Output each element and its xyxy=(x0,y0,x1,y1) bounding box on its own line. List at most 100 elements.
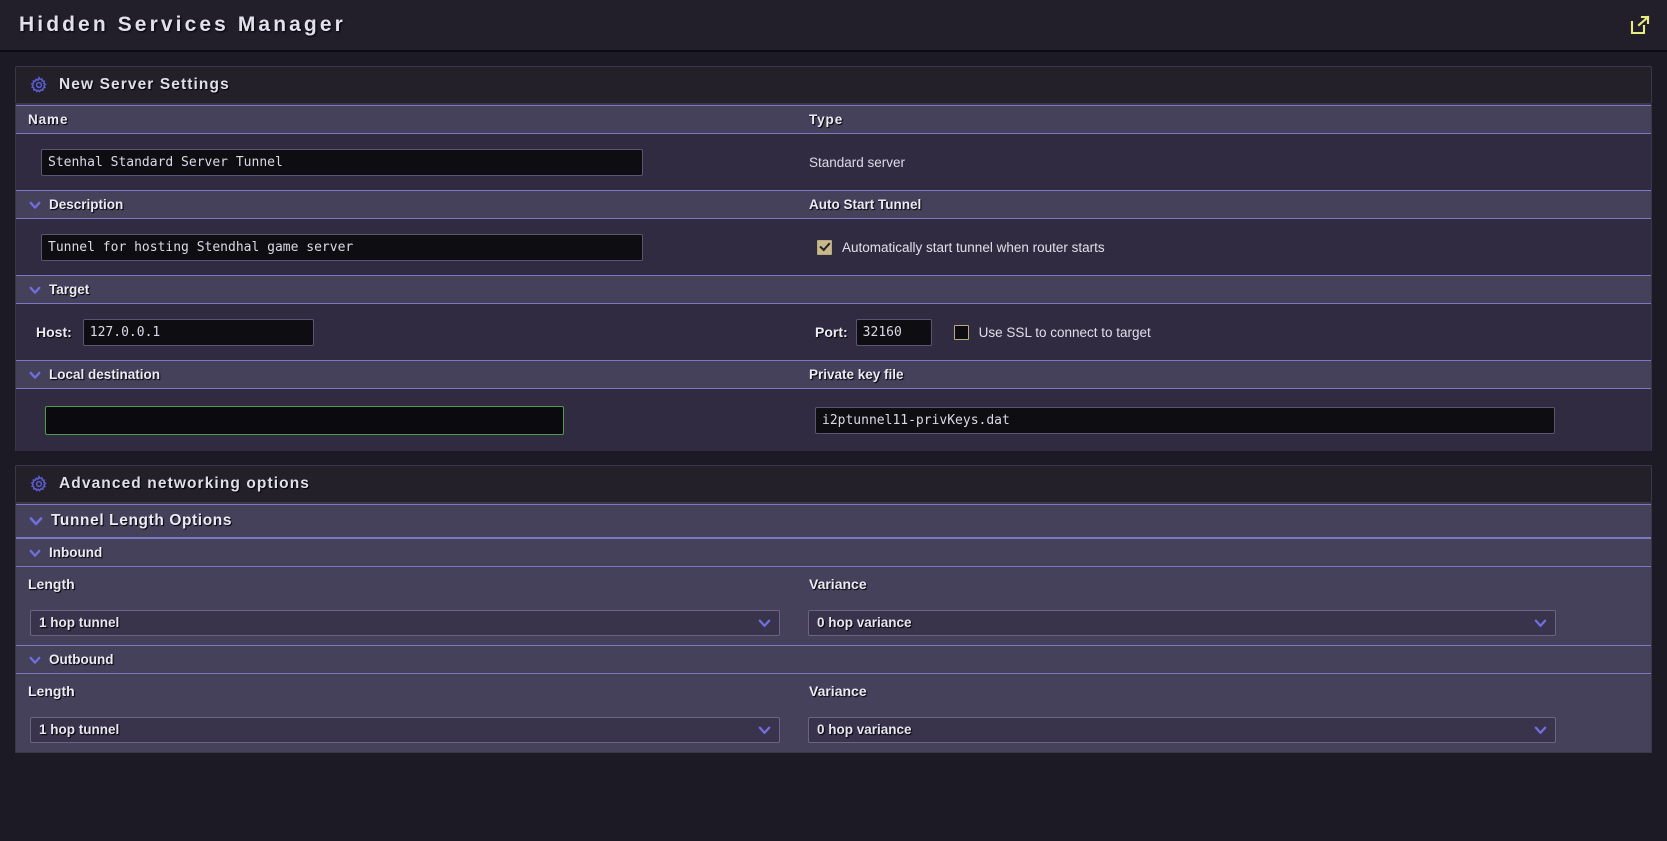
chevron-down-icon xyxy=(28,513,44,529)
table-row-name: Standard server xyxy=(16,134,1651,190)
outbound-length-label-cell: Length xyxy=(16,683,801,699)
target-heading: Target xyxy=(49,282,90,297)
auto-start-heading-cell: Auto Start Tunnel xyxy=(801,191,1651,218)
local-destination-input[interactable] xyxy=(45,405,564,435)
host-label: Host: xyxy=(36,324,72,340)
chevron-down-icon xyxy=(28,198,42,212)
table-row-target: Host: Port: Use SSL to connect to target xyxy=(16,304,1651,360)
type-value-cell: Standard server xyxy=(801,155,1651,170)
chevron-down-icon xyxy=(757,615,772,630)
inbound-selects-row: 1 hop tunnel 0 hop variance xyxy=(16,600,1651,645)
chevron-down-icon xyxy=(28,283,42,297)
outbound-variance-label-cell: Variance xyxy=(801,683,1651,699)
outbound-variance-select-cell: 0 hop variance xyxy=(801,716,1651,743)
page-body: New Server Settings Name Type Standard s… xyxy=(0,66,1667,753)
new-server-table: Name Type Standard server xyxy=(15,104,1652,451)
port-label: Port: xyxy=(815,324,848,340)
gear-icon xyxy=(30,475,48,493)
inbound-length-select[interactable]: 1 hop tunnel xyxy=(30,609,780,636)
column-header-name: Name xyxy=(28,112,69,127)
tunnel-length-section: Tunnel Length Options Inbound Length Var… xyxy=(15,503,1652,753)
private-key-heading-cell: Private key file xyxy=(801,361,1651,388)
table-row-description: Automatically start tunnel when router s… xyxy=(16,219,1651,275)
panel-header-new-server[interactable]: New Server Settings xyxy=(15,66,1652,104)
outbound-length-select[interactable]: 1 hop tunnel xyxy=(30,716,780,743)
external-link-icon[interactable] xyxy=(1627,12,1653,38)
column-header-type: Type xyxy=(809,112,844,127)
table-row-local-destination xyxy=(16,389,1651,451)
outbound-variance-select[interactable]: 0 hop variance xyxy=(808,716,1556,743)
page-title: Hidden Services Manager xyxy=(19,13,346,36)
inbound-heading-spacer xyxy=(801,539,1651,566)
description-input[interactable] xyxy=(41,233,643,261)
host-cell: Host: xyxy=(16,318,801,346)
host-input[interactable] xyxy=(82,318,314,346)
outbound-heading: Outbound xyxy=(49,652,114,667)
inbound-variance-value: 0 hop variance xyxy=(817,615,912,630)
chevron-down-icon xyxy=(28,653,42,667)
local-destination-field-cell xyxy=(16,405,801,435)
chevron-down-icon xyxy=(757,722,772,737)
inbound-heading-cell[interactable]: Inbound xyxy=(16,539,801,566)
target-heading-cell[interactable]: Target xyxy=(16,276,801,303)
auto-start-checkbox[interactable] xyxy=(817,239,832,255)
description-field-cell xyxy=(16,233,801,261)
inbound-variance-select-cell: 0 hop variance xyxy=(801,609,1651,636)
outbound-heading-bar[interactable]: Outbound xyxy=(16,645,1651,674)
panel-header-advanced[interactable]: Advanced networking options xyxy=(15,465,1652,503)
auto-start-cell: Automatically start tunnel when router s… xyxy=(801,239,1651,255)
chevron-down-icon xyxy=(28,368,42,382)
table-column-headers: Name Type xyxy=(16,105,1651,134)
inbound-heading-bar[interactable]: Inbound xyxy=(16,538,1651,567)
tunnel-length-heading-bar[interactable]: Tunnel Length Options xyxy=(16,504,1651,538)
window-titlebar: Hidden Services Manager xyxy=(0,0,1667,52)
local-destination-heading: Local destination xyxy=(49,367,161,382)
description-heading: Description xyxy=(49,197,124,212)
subsection-headers-local-dest: Local destination Private key file xyxy=(16,360,1651,389)
chevron-down-icon xyxy=(1533,615,1548,630)
private-key-file-input[interactable] xyxy=(815,406,1555,434)
tunnel-length-heading-cell[interactable]: Tunnel Length Options xyxy=(16,505,801,537)
inbound-variance-label: Variance xyxy=(809,575,867,592)
use-ssl-checkbox[interactable] xyxy=(953,324,969,340)
ssl-checkbox-wrap[interactable]: Use SSL to connect to target xyxy=(953,324,1151,340)
port-ssl-cell: Port: Use SSL to connect to target xyxy=(801,318,1651,346)
inbound-length-value: 1 hop tunnel xyxy=(39,615,120,630)
subsection-headers-description: Description Auto Start Tunnel xyxy=(16,190,1651,219)
outbound-length-value: 1 hop tunnel xyxy=(39,722,120,737)
inbound-length-select-cell: 1 hop tunnel xyxy=(16,609,801,636)
outbound-heading-cell[interactable]: Outbound xyxy=(16,646,801,673)
inbound-variance-select[interactable]: 0 hop variance xyxy=(808,609,1556,636)
outbound-labels-row: Length Variance xyxy=(16,674,1651,707)
column-header-name-cell: Name xyxy=(16,106,801,133)
panel-title-new-server: New Server Settings xyxy=(59,76,230,93)
inbound-heading: Inbound xyxy=(49,545,103,560)
outbound-variance-value: 0 hop variance xyxy=(817,722,912,737)
outbound-variance-label: Variance xyxy=(809,682,867,699)
inbound-length-label: Length xyxy=(28,575,75,592)
description-heading-cell[interactable]: Description xyxy=(16,191,801,218)
column-header-type-cell: Type xyxy=(801,106,1651,133)
outbound-selects-row: 1 hop tunnel 0 hop variance xyxy=(16,707,1651,752)
private-key-field-cell xyxy=(801,406,1651,434)
auto-start-checkbox-wrap[interactable]: Automatically start tunnel when router s… xyxy=(817,239,1105,255)
tunnel-type-value: Standard server xyxy=(809,154,906,170)
port-input[interactable] xyxy=(855,318,932,346)
auto-start-heading: Auto Start Tunnel xyxy=(809,197,922,212)
panel-title-advanced: Advanced networking options xyxy=(59,475,311,492)
inbound-variance-label-cell: Variance xyxy=(801,576,1651,592)
auto-start-checkbox-label: Automatically start tunnel when router s… xyxy=(842,239,1105,255)
tunnel-name-input[interactable] xyxy=(41,148,643,176)
outbound-length-select-cell: 1 hop tunnel xyxy=(16,716,801,743)
chevron-down-icon xyxy=(1533,722,1548,737)
local-destination-heading-cell[interactable]: Local destination xyxy=(16,361,801,388)
private-key-heading: Private key file xyxy=(809,367,904,382)
tunnel-length-heading: Tunnel Length Options xyxy=(51,512,233,529)
outbound-heading-spacer xyxy=(801,646,1651,673)
outbound-length-label: Length xyxy=(28,682,75,699)
use-ssl-label: Use SSL to connect to target xyxy=(978,324,1151,340)
tunnel-length-heading-spacer xyxy=(801,505,1651,537)
inbound-length-label-cell: Length xyxy=(16,576,801,592)
inbound-labels-row: Length Variance xyxy=(16,567,1651,600)
subsection-header-target: Target xyxy=(16,275,1651,304)
